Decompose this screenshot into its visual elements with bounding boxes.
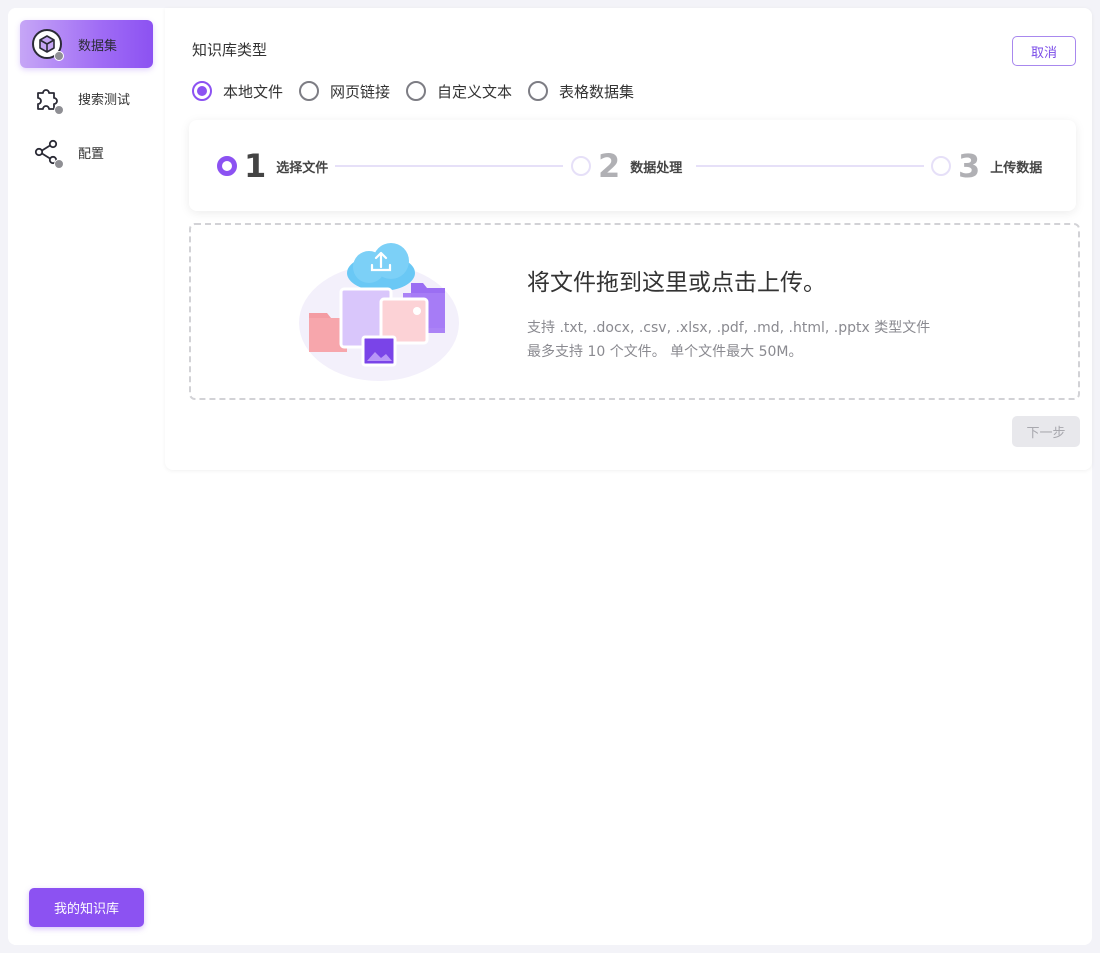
status-dot — [54, 159, 64, 169]
step-label: 选择文件 — [276, 160, 329, 176]
upload-illustration — [299, 243, 459, 381]
main-panel: 知识库类型 取消 本地文件 网页链接 自定义文本 表格数据集 1 选择文件 2 … — [165, 8, 1092, 470]
step-connector — [335, 165, 563, 167]
step-indicator — [571, 156, 591, 176]
radio-table-dataset[interactable]: 表格数据集 — [528, 81, 634, 102]
step-select-file: 1 选择文件 — [217, 148, 328, 184]
step-connector — [696, 165, 924, 167]
cube-icon — [32, 29, 64, 61]
upload-hint-limits: 最多支持 10 个文件。 单个文件最大 50M。 — [527, 344, 803, 360]
radio-label: 本地文件 — [223, 82, 284, 101]
radio-circle — [299, 81, 320, 101]
radio-circle — [192, 81, 212, 101]
sidebar-item-search-test[interactable]: 搜索测试 — [20, 74, 153, 122]
upload-title: 将文件拖到这里或点击上传。 — [527, 270, 826, 296]
my-knowledge-base-button[interactable]: 我的知识库 — [29, 888, 144, 927]
step-number: 1 — [244, 147, 267, 185]
stepper: 1 选择文件 2 数据处理 3 上传数据 — [189, 120, 1076, 211]
step-indicator — [931, 156, 951, 176]
radio-label: 表格数据集 — [559, 82, 635, 101]
next-step-button[interactable]: 下一步 — [1012, 416, 1080, 447]
status-dot — [54, 105, 64, 115]
sidebar-item-label: 数据集 — [78, 38, 118, 54]
share-icon — [32, 137, 64, 169]
radio-label: 自定义文本 — [437, 82, 513, 101]
step-label: 数据处理 — [630, 160, 683, 176]
sidebar: 数据集 搜索测试 配置 我的知识库 — [8, 8, 164, 945]
app-window: 数据集 搜索测试 配置 我的知识库 知识库类型 取消 本地文件 网页链接 自定义… — [8, 8, 1092, 945]
radio-circle — [406, 81, 427, 101]
step-label: 上传数据 — [990, 160, 1043, 176]
radio-local-file[interactable]: 本地文件 — [192, 81, 283, 102]
sidebar-item-label: 配置 — [78, 146, 105, 162]
radio-label: 网页链接 — [330, 82, 391, 101]
step-number: 2 — [598, 147, 621, 185]
kb-type-title: 知识库类型 — [192, 41, 268, 59]
sidebar-item-config[interactable]: 配置 — [20, 128, 153, 176]
cancel-button[interactable]: 取消 — [1012, 36, 1076, 66]
step-indicator — [217, 156, 237, 176]
puzzle-icon — [32, 83, 64, 115]
radio-circle — [528, 81, 549, 101]
upload-hint-types: 支持 .txt, .docx, .csv, .xlsx, .pdf, .md, … — [527, 320, 931, 336]
kb-type-radio-group: 本地文件 网页链接 自定义文本 表格数据集 — [192, 80, 650, 102]
step-upload-data: 3 上传数据 — [931, 148, 1042, 184]
sidebar-item-dataset[interactable]: 数据集 — [20, 20, 153, 68]
step-number: 3 — [958, 147, 981, 185]
sidebar-item-label: 搜索测试 — [78, 92, 131, 108]
radio-web-link[interactable]: 网页链接 — [299, 81, 390, 102]
radio-custom-text[interactable]: 自定义文本 — [406, 81, 512, 102]
step-data-processing: 2 数据处理 — [571, 148, 682, 184]
status-dot — [54, 51, 64, 61]
file-dropzone[interactable]: 将文件拖到这里或点击上传。 支持 .txt, .docx, .csv, .xls… — [189, 223, 1080, 400]
